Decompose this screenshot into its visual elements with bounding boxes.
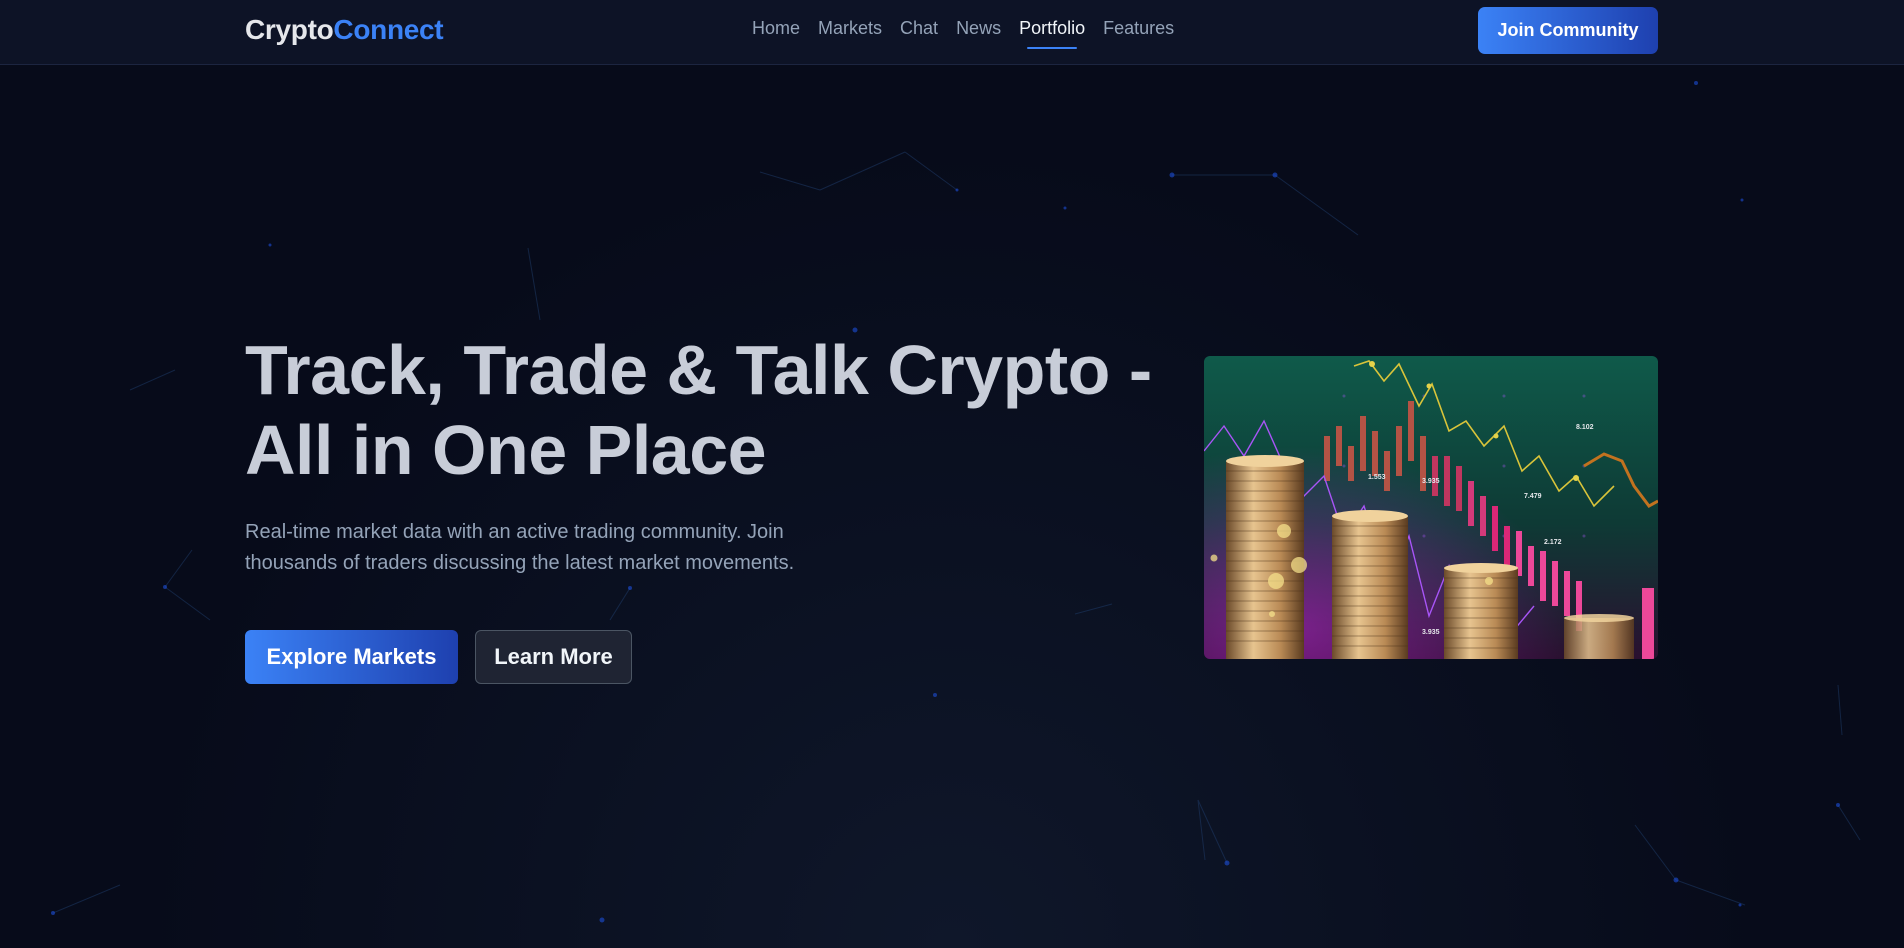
chart-label-2: 7.479: [1524, 493, 1542, 500]
learn-more-button[interactable]: Learn More: [475, 630, 632, 684]
nav-item-features[interactable]: Features: [1103, 18, 1174, 39]
crypto-coins-chart-image: 8.102 7.479 2.172 3.935 1.553 3.935: [1204, 356, 1658, 659]
chart-label-3: 2.172: [1544, 539, 1562, 546]
nav-item-home[interactable]: Home: [752, 18, 800, 39]
top-navbar: CryptoConnect Home Markets Chat News Por…: [0, 0, 1904, 65]
explore-markets-button[interactable]: Explore Markets: [245, 630, 458, 684]
chart-label-6: 3.935: [1422, 629, 1440, 636]
hero-subtitle: Real-time market data with an active tra…: [245, 521, 795, 574]
join-community-button[interactable]: Join Community: [1478, 7, 1658, 54]
brand-name-part1: Crypto: [245, 14, 334, 45]
chart-label-4: 3.935: [1422, 478, 1440, 485]
brand-logo[interactable]: CryptoConnect: [245, 14, 444, 46]
nav-item-chat[interactable]: Chat: [900, 18, 938, 39]
page: CryptoConnect Home Markets Chat News Por…: [0, 0, 1904, 948]
nav-item-markets[interactable]: Markets: [818, 18, 882, 39]
main-nav: Home Markets Chat News Portfolio Feature…: [752, 18, 1174, 49]
brand-name-part2: Connect: [333, 14, 444, 45]
nav-item-portfolio[interactable]: Portfolio: [1019, 18, 1085, 49]
nav-item-news[interactable]: News: [956, 18, 1001, 39]
hero-title: Track, Trade & Talk Crypto - All in One …: [245, 331, 1152, 489]
chart-label-5: 1.553: [1368, 474, 1386, 481]
chart-label-1: 8.102: [1576, 424, 1594, 431]
